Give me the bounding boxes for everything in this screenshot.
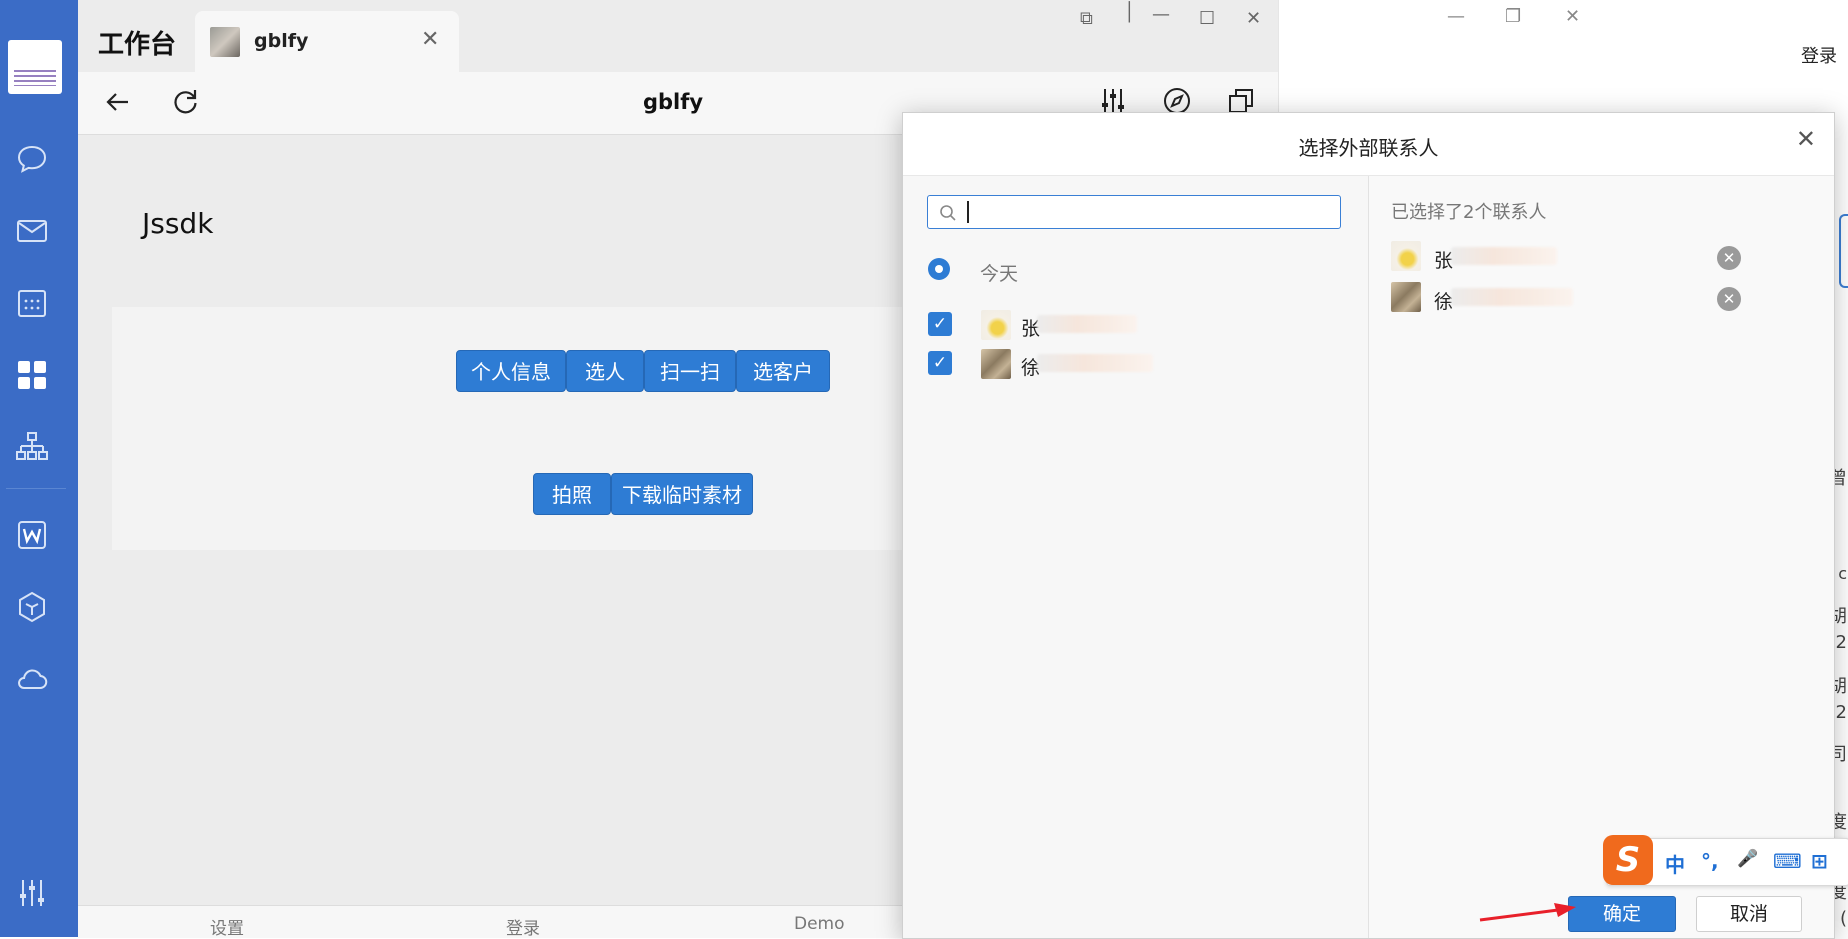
user-info-button[interactable]: 个人信息 [456, 350, 566, 392]
tab-favicon [210, 27, 240, 57]
select-external-contact-dialog: 选择外部联系人 ✕ 今天 ✓ 张 ✓ 徐 已选择了2个联系人 张 ✕ 徐 ✕ 确… [902, 112, 1835, 939]
remove-contact-icon[interactable]: ✕ [1717, 246, 1741, 270]
ime-language-toggle[interactable]: 中 [1665, 849, 1685, 878]
background-accent [1839, 214, 1848, 288]
workbench-grid-icon[interactable] [15, 358, 49, 392]
sidebar [0, 0, 78, 937]
grid-menu-icon[interactable]: ⊞ [1811, 849, 1828, 873]
take-photo-button[interactable]: 拍照 [533, 473, 611, 515]
tab-login[interactable]: 登录 [506, 914, 540, 939]
calendar-icon[interactable] [15, 286, 49, 320]
tab-demo[interactable]: Demo [794, 914, 845, 934]
sogou-logo-icon[interactable]: S [1603, 835, 1653, 885]
search-icon [940, 205, 956, 221]
close-icon[interactable]: ✕ [1246, 8, 1261, 29]
settings-sliders-icon[interactable] [15, 876, 49, 910]
confirm-button[interactable]: 确定 [1568, 896, 1676, 932]
redacted-name [1037, 315, 1137, 333]
pin-window-icon[interactable]: ⧉ [1080, 8, 1093, 29]
contact-row[interactable]: ✓ 徐 [903, 342, 1368, 386]
title-bar: 工作台 gblfy ✕ ⧉ │ — ☐ ✕ [78, 0, 1278, 72]
restore-icon[interactable]: ❐ [1505, 6, 1521, 27]
avatar [1391, 282, 1421, 312]
microphone-icon[interactable]: 🎤 [1737, 849, 1758, 869]
app-title: 工作台 [98, 30, 177, 60]
ime-toolbar: S 中 °, 🎤 ⌨ ⊞ [1603, 835, 1848, 886]
dialog-close-icon[interactable]: ✕ [1796, 124, 1816, 154]
maximize-icon[interactable]: ☐ [1199, 8, 1215, 29]
dialog-header: 选择外部联系人 ✕ [903, 113, 1834, 176]
edge-text: c [1838, 564, 1847, 583]
login-link[interactable]: 登录 [1801, 42, 1837, 68]
text-caret [967, 201, 969, 223]
contact-checkbox[interactable]: ✓ [928, 312, 952, 336]
remove-contact-icon[interactable]: ✕ [1717, 287, 1741, 311]
selected-contacts-pane: 已选择了2个联系人 张 ✕ 徐 ✕ [1369, 176, 1834, 938]
word-doc-icon[interactable] [15, 518, 49, 552]
contact-row[interactable]: ✓ 张 [903, 303, 1368, 347]
tab-label: gblfy [254, 30, 309, 52]
red-arrow-icon [1479, 903, 1576, 922]
contact-checkbox[interactable]: ✓ [928, 351, 952, 375]
redacted-name [1037, 354, 1153, 372]
page-title: gblfy [642, 90, 704, 114]
dialog-title: 选择外部联系人 [1298, 136, 1439, 160]
selected-count: 已选择了2个联系人 [1391, 202, 1547, 223]
page-heading: Jssdk [142, 207, 214, 240]
redacted-name [1451, 247, 1557, 265]
search-input[interactable] [966, 198, 1330, 228]
logo [8, 40, 62, 94]
download-media-button[interactable]: 下载临时素材 [611, 473, 753, 515]
selected-contact-row: 张 ✕ [1369, 236, 1834, 280]
contact-list-pane: 今天 ✓ 张 ✓ 徐 [903, 176, 1369, 938]
close-icon[interactable]: ✕ [1565, 6, 1580, 27]
minimize-icon[interactable]: — [1152, 4, 1170, 25]
cube-icon[interactable] [15, 590, 49, 624]
ime-punctuation-toggle[interactable]: °, [1701, 849, 1719, 873]
tab-gblfy[interactable]: gblfy ✕ [195, 11, 459, 72]
tab-settings[interactable]: 设置 [210, 914, 244, 939]
select-person-button[interactable]: 选人 [566, 350, 644, 392]
minimize-icon[interactable]: — [1447, 6, 1465, 27]
chat-bubble-icon[interactable] [15, 142, 49, 176]
search-box[interactable] [927, 195, 1341, 229]
cloud-icon[interactable] [15, 662, 49, 696]
keyboard-icon[interactable]: ⌨ [1773, 849, 1802, 873]
sidebar-divider [6, 488, 66, 489]
divider-icon: │ [1124, 2, 1135, 23]
group-label-today: 今天 [980, 263, 1019, 285]
avatar [1391, 241, 1421, 271]
redacted-name [1451, 288, 1573, 306]
org-chart-icon[interactable] [15, 430, 49, 464]
avatar [981, 349, 1011, 379]
group-radio[interactable] [928, 258, 950, 280]
select-customer-button[interactable]: 选客户 [736, 350, 830, 392]
tab-close-icon[interactable]: ✕ [421, 27, 439, 53]
mail-icon[interactable] [15, 214, 49, 248]
scan-button[interactable]: 扫一扫 [644, 350, 736, 392]
cancel-button[interactable]: 取消 [1696, 896, 1802, 932]
selected-contact-row: 徐 ✕ [1369, 277, 1834, 321]
avatar [981, 310, 1011, 340]
